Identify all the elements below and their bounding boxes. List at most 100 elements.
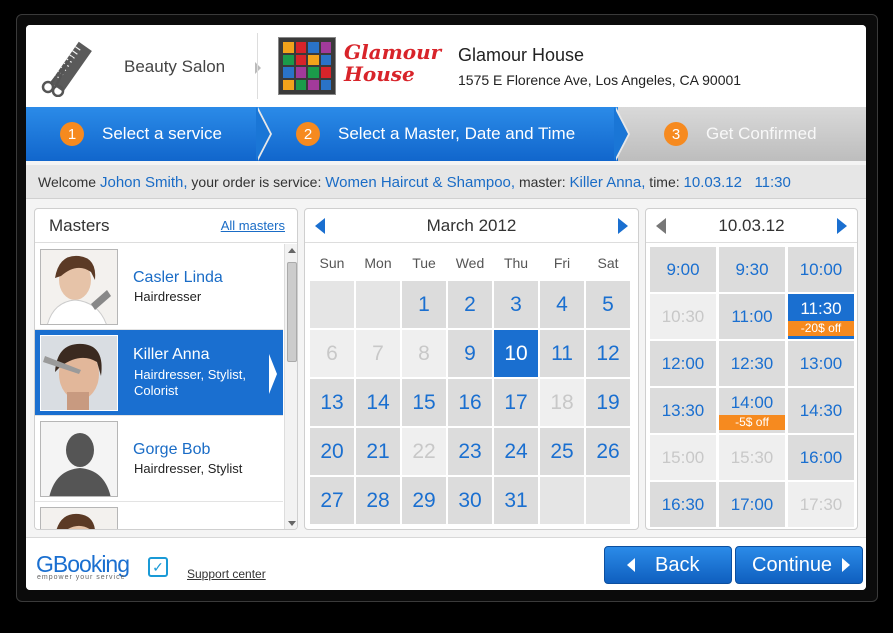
time-slot-label: 16:00 [799,447,843,467]
all-masters-link[interactable]: All masters [221,218,285,233]
salon-type-label: Beauty Salon [124,57,226,76]
calendar-day[interactable]: 28 [356,477,400,524]
calendar-day[interactable]: 21 [356,428,400,475]
step-get-confirmed[interactable]: 3 Get Confirmed [618,107,866,161]
calendar-day[interactable]: 16 [448,379,492,426]
selected-date-title: 10.03.12 [718,216,785,235]
time-slot-label: 9:30 [735,259,769,279]
calendar-day[interactable]: 15 [402,379,446,426]
step-number: 3 [664,122,688,146]
weekday-header: Sun Mon Tue Wed Thu Fri Sat [310,255,630,271]
calendar-day[interactable]: 23 [448,428,492,475]
masters-scrollbar[interactable] [284,244,297,529]
calendar-month-title: March 2012 [426,216,517,235]
calendar-day[interactable]: 27 [310,477,354,524]
calendar-day[interactable]: 24 [494,428,538,475]
master-name: Casler Linda [133,269,223,286]
time-slot[interactable]: 11:00 [719,294,785,339]
logo-tile [308,67,319,78]
calendar-day[interactable]: 29 [402,477,446,524]
logo-tile [283,42,294,53]
master-item-killer-anna[interactable]: Killer Anna Hairdresser, Stylist, Colori… [35,330,283,416]
calendar-day[interactable]: 3 [494,281,538,328]
next-day-icon[interactable] [837,218,847,234]
calendar-day-empty [310,281,354,328]
step-label: Get Confirmed [706,124,817,143]
calendar-day[interactable]: 2 [448,281,492,328]
calendar-day[interactable]: 30 [448,477,492,524]
logo-tile [320,54,331,65]
time-slot[interactable]: 16:30 [650,482,716,527]
logo-wordmark-line2: House [344,62,415,86]
calendar-grid: 1 2 3 4 5 6 7 8 9 10 11 12 13 14 15 16 17 18 19 20 21 22 23 24 2… [310,281,630,524]
calendar-day[interactable]: 17 [494,379,538,426]
time-slot-label: 17:00 [730,494,774,514]
arrow-right-icon [842,558,851,572]
support-center-link[interactable]: Support center [187,567,266,581]
avatar [40,335,118,411]
calendar-day[interactable]: 4 [540,281,584,328]
header-divider [257,33,258,99]
calendar-day[interactable]: 31 [494,477,538,524]
calendar-day[interactable]: 12 [586,330,630,377]
scroll-thumb[interactable] [287,262,297,362]
selected-service: Women Haircut & Shampoo, [325,174,516,191]
masters-title: Masters [49,215,110,235]
time-slot[interactable]: 14:00 -5$ off [719,388,785,433]
calendar-day[interactable]: 10 [494,330,538,377]
logo-tile [308,54,319,65]
calendar-day[interactable]: 5 [586,281,630,328]
avatar [40,249,118,325]
calendar-day[interactable]: 9 [448,330,492,377]
back-button[interactable]: Back [604,546,732,584]
order-summary-bar: Welcome Johon Smith, your order is servi… [26,165,866,199]
weekday-label: Wed [455,255,485,271]
master-item-gorge-bob[interactable]: Gorge Bob Hairdresser, Stylist [35,416,283,502]
time-slot-label: 16:30 [661,494,705,514]
continue-button[interactable]: Continue [735,546,863,584]
time-slot-label: 10:00 [799,259,843,279]
calendar-day[interactable]: 13 [310,379,354,426]
time-slot: 10:30 [650,294,716,339]
time-slot[interactable]: 13:30 [650,388,716,433]
time-slot-label: 12:00 [661,353,705,373]
time-slot-label: 11:00 [731,306,773,326]
time-slot[interactable]: 13:00 [788,341,854,386]
time-slot[interactable]: 10:00 [788,247,854,292]
calendar-day[interactable]: 26 [586,428,630,475]
calendar-panel: March 2012 Sun Mon Tue Wed Thu Fri Sat 1234567… [304,208,639,530]
time-slot-label: 12:30 [730,353,774,373]
logo-tile [295,42,306,53]
step-label: Select a service [102,124,222,143]
time-slot[interactable]: 11:30 -20$ off [788,294,854,339]
continue-label: Continue [752,553,833,576]
scroll-down-icon[interactable] [288,521,296,526]
calendar-day[interactable]: 11 [540,330,584,377]
scroll-up-icon[interactable] [288,248,296,253]
master-item-casler-linda[interactable]: Casler Linda Hairdresser [35,244,283,330]
avatar [40,507,118,529]
calendar-day[interactable]: 19 [586,379,630,426]
calendar-day[interactable]: 25 [540,428,584,475]
time-panel: 10.03.12 9:00 9:30 10:00 10:30 11:00 11:30 -20… [645,208,858,530]
calendar-day[interactable]: 20 [310,428,354,475]
time-slot[interactable]: 12:00 [650,341,716,386]
time-slot[interactable]: 14:30 [788,388,854,433]
time-slot[interactable]: 12:30 [719,341,785,386]
time-slot-label: 9:00 [666,259,700,279]
step-select-master-date-time[interactable]: 2 Select a Master, Date and Time [258,107,618,161]
calendar-day[interactable]: 1 [402,281,446,328]
logo-wordmark-line1: Glamour [344,40,442,64]
logo-tile [320,67,331,78]
logo-tile [295,79,306,90]
logo-tile [308,42,319,53]
next-month-icon[interactable] [618,218,628,234]
time-slot[interactable]: 9:30 [719,247,785,292]
master-name: Gorge Bob [133,441,211,458]
time-slot[interactable]: 17:00 [719,482,785,527]
step-select-service[interactable]: 1 Select a service [26,107,266,161]
time-slot[interactable]: 16:00 [788,435,854,480]
calendar-day[interactable]: 14 [356,379,400,426]
master-item-partial[interactable] [35,502,283,529]
time-slot[interactable]: 9:00 [650,247,716,292]
